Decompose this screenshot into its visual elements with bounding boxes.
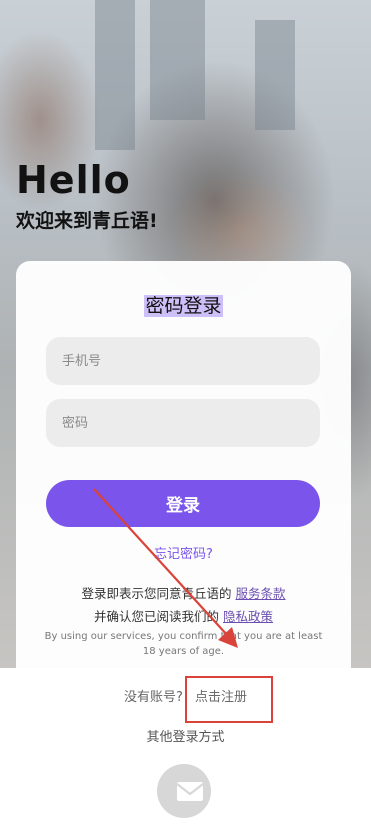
annotation-arrow bbox=[93, 488, 238, 648]
